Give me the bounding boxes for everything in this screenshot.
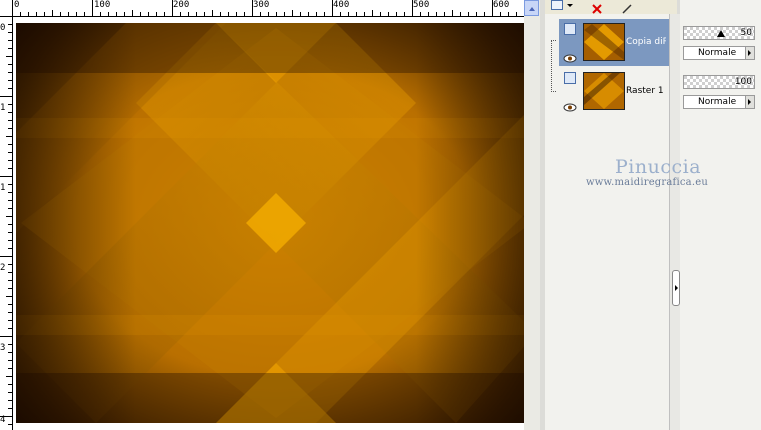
dropdown-arrow-icon[interactable] — [567, 4, 573, 7]
ruler-label-300: 300 — [253, 0, 270, 10]
ruler-label-100: 100 — [94, 0, 111, 10]
canvas-image[interactable] — [16, 23, 536, 423]
layer-name: Raster 1 — [626, 86, 664, 96]
layer-thumbnail — [583, 72, 625, 110]
left-ruler: 0 1 1 2 3 4 — [0, 16, 13, 430]
top-ruler: 0 100 200 300 400 500 600 — [12, 0, 524, 17]
collapse-handle[interactable] — [672, 270, 680, 306]
opacity-value: 50 — [740, 28, 752, 38]
opacity-slider[interactable]: 50 — [683, 26, 755, 40]
blend-mode-label: Normale — [698, 48, 737, 58]
opacity-value: 100 — [734, 77, 752, 87]
ruler-vlabel-2: 1 — [0, 183, 6, 193]
ruler-vlabel-4: 3 — [0, 343, 6, 353]
canvas-area[interactable] — [13, 17, 536, 430]
layer-row-copia[interactable]: Copia diRaster — [559, 19, 669, 66]
ruler-vlabel-1: 1 — [0, 103, 6, 113]
layers-palette: Copia diRaster Raster 1 — [545, 0, 677, 430]
watermark-name: Pinuccia — [615, 156, 702, 178]
layers-toolbar — [545, 0, 677, 14]
visibility-eye-icon[interactable] — [563, 97, 577, 112]
ruler-label-500: 500 — [413, 0, 430, 10]
layer-name: Copia diRaster — [626, 37, 666, 47]
visibility-eye-icon[interactable] — [563, 48, 577, 63]
blend-mode-select[interactable]: Normale — [683, 95, 755, 109]
blend-arrow-icon[interactable] — [745, 47, 754, 59]
layer-properties: 50 Normale 100 Normale — [680, 0, 761, 430]
layer-type-icon — [564, 72, 576, 84]
scroll-up-button[interactable] — [524, 0, 539, 16]
edit-layer-icon[interactable] — [621, 0, 633, 14]
layer-thumbnail — [583, 23, 625, 61]
blend-mode-select[interactable]: Normale — [683, 46, 755, 60]
ruler-label-600: 600 — [493, 0, 510, 10]
group-bracket — [551, 40, 556, 92]
vertical-scrollbar[interactable] — [524, 0, 540, 430]
canvas-window: 0 100 200 300 400 500 600 0 1 1 2 3 4 — [0, 0, 540, 430]
blend-mode-label: Normale — [698, 97, 737, 107]
opacity-slider[interactable]: 100 — [683, 75, 755, 89]
watermark-site: www.maidiregrafica.eu — [586, 177, 708, 188]
ruler-vlabel-5: 4 — [0, 415, 6, 425]
ruler-vlabel-3: 2 — [0, 263, 6, 273]
layer-type-icon — [564, 23, 576, 35]
ruler-label-0: 0 — [14, 0, 20, 10]
new-layer-icon[interactable] — [551, 0, 563, 10]
delete-layer-icon[interactable] — [591, 0, 603, 14]
blend-arrow-icon[interactable] — [745, 96, 754, 108]
ruler-label-400: 400 — [333, 0, 350, 10]
layer-row-raster1[interactable]: Raster 1 — [559, 68, 669, 115]
ruler-vlabel-0: 0 — [0, 23, 6, 33]
ruler-label-200: 200 — [173, 0, 190, 10]
slider-marker-icon — [717, 30, 725, 37]
